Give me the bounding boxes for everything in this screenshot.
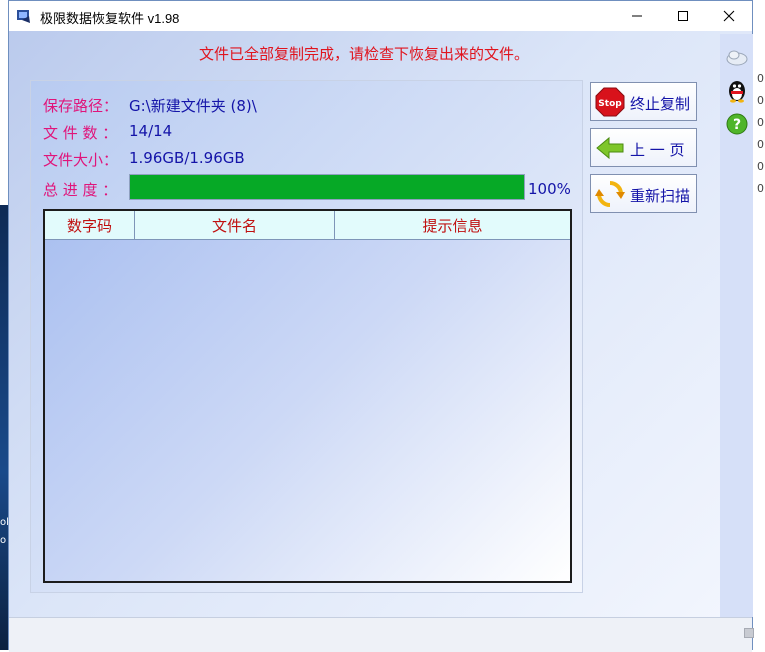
- progress-percent: 100%: [528, 180, 571, 198]
- minimize-button[interactable]: [614, 1, 660, 31]
- stop-icon-text: Stop: [598, 99, 622, 109]
- file-size-value: 1.96GB/1.96GB: [129, 149, 245, 167]
- save-path-value: G:\新建文件夹 (8)\: [129, 97, 257, 115]
- title-bar[interactable]: 极限数据恢复软件 v1.98: [9, 1, 752, 31]
- maximize-button[interactable]: [660, 1, 706, 31]
- progress-bar: [129, 174, 525, 200]
- file-count-row: 文 件 数 ： 14/14: [43, 122, 172, 143]
- status-message: 文件已全部复制完成，请检查下恢复出来的文件。: [198, 45, 529, 63]
- file-size-label: 文件大小：: [43, 151, 119, 169]
- background-text-zero: 0: [757, 138, 764, 151]
- stop-copy-label: 终止复制: [630, 95, 691, 113]
- rescan-label: 重新扫描: [630, 187, 691, 205]
- progress-label: 总 进 度 ：: [43, 181, 118, 199]
- file-table[interactable]: 数字码 文件名 提示信息: [43, 209, 572, 583]
- desktop-background-left: [0, 205, 8, 650]
- help-icon[interactable]: ?: [724, 111, 750, 137]
- app-window: 极限数据恢复软件 v1.98 文件已全部复制完成，请检查下恢复出来的文件。 保存…: [8, 0, 754, 652]
- minimize-icon: [631, 10, 643, 22]
- close-button[interactable]: [706, 1, 752, 31]
- save-path-row: 保存路径： G:\新建文件夹 (8)\: [43, 95, 257, 116]
- save-path-label: 保存路径：: [43, 97, 119, 115]
- svg-text:?: ?: [733, 117, 741, 133]
- background-text-zero: 0: [757, 160, 764, 173]
- close-icon: [723, 10, 735, 22]
- previous-page-label: 上 一 页: [630, 141, 685, 159]
- qq-penguin-icon[interactable]: [724, 77, 750, 103]
- cloud-icon[interactable]: [724, 44, 750, 70]
- window-title: 极限数据恢复软件 v1.98: [40, 11, 180, 26]
- background-text-zero: 0: [757, 94, 764, 107]
- background-text-zero: 0: [757, 182, 764, 195]
- previous-page-button[interactable]: 上 一 页: [590, 128, 697, 167]
- rescan-button[interactable]: 重新扫描: [590, 174, 697, 213]
- status-bar: [9, 617, 752, 652]
- file-count-value: 14/14: [129, 122, 173, 140]
- progress-bar-fill: [130, 175, 524, 199]
- table-header: 数字码 文件名 提示信息: [45, 211, 570, 240]
- file-size-row: 文件大小： 1.96GB/1.96GB: [43, 149, 245, 170]
- stop-icon: Stop: [595, 87, 625, 117]
- desktop-text-fragment: ol: [0, 517, 8, 528]
- main-panel: 保存路径： G:\新建文件夹 (8)\ 文 件 数 ： 14/14 文件大小： …: [30, 80, 583, 593]
- app-logo-icon: [16, 8, 32, 24]
- arrow-left-icon: [595, 133, 625, 163]
- column-header-message[interactable]: 提示信息: [335, 211, 570, 239]
- background-text-zero: 0: [757, 116, 764, 129]
- progress-row: 总 进 度 ：: [43, 179, 117, 200]
- desktop-text-fragment: o: [0, 535, 7, 546]
- column-header-code[interactable]: 数字码: [45, 211, 135, 239]
- column-header-filename[interactable]: 文件名: [135, 211, 335, 239]
- side-toolbar: ?: [720, 34, 753, 617]
- file-count-label: 文 件 数 ：: [43, 124, 118, 142]
- stop-copy-button[interactable]: Stop 终止复制: [590, 82, 697, 121]
- maximize-icon: [677, 10, 689, 22]
- refresh-icon: [595, 179, 625, 209]
- resize-grip[interactable]: [744, 628, 754, 638]
- background-text-zero: 0: [757, 72, 764, 85]
